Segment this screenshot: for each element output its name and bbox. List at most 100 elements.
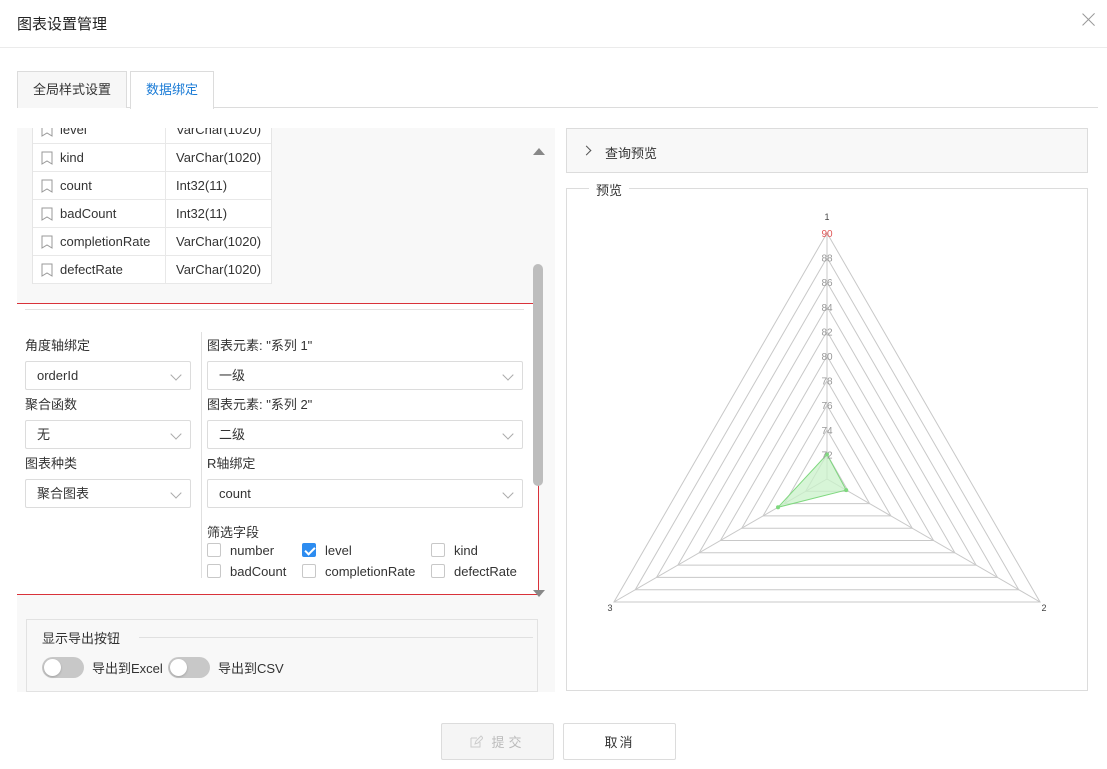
agg-func-value: 无 (37, 427, 51, 442)
r-axis-value: count (219, 486, 251, 501)
filter-label: 筛选字段 (207, 525, 260, 540)
dialog-header: 图表设置管理 (0, 0, 1107, 48)
table-row[interactable]: level VarChar(1020) (33, 128, 271, 144)
chart-kind-value: 聚合图表 (37, 486, 90, 501)
export-title: 显示导出按钮 (42, 631, 121, 646)
divider (139, 637, 533, 638)
vertical-scrollbar[interactable] (531, 138, 547, 608)
checkbox[interactable] (302, 564, 316, 578)
export-excel-label: 导出到Excel (92, 661, 163, 676)
scroll-thumb[interactable] (533, 264, 543, 486)
radar-tick-label: 86 (821, 278, 833, 289)
field-type: VarChar(1020) (176, 262, 262, 277)
filter-checkbox-level[interactable]: level (302, 541, 352, 559)
radar-tick-label: 74 (821, 426, 833, 437)
chevron-down-icon (502, 428, 514, 440)
chart-kind-label: 图表种类 (25, 456, 78, 471)
filter-checkbox-badcount[interactable]: badCount (207, 562, 286, 580)
field-table: level VarChar(1020) kind VarChar(1020) c… (32, 128, 272, 284)
series2-label: 图表元素: "系列 2" (207, 397, 313, 412)
series2-value: 二级 (219, 427, 246, 442)
checkbox[interactable] (207, 543, 221, 557)
chevron-down-icon (502, 487, 514, 499)
field-name: badCount (60, 206, 117, 221)
binding-scroll-panel: level VarChar(1020) kind VarChar(1020) c… (17, 128, 555, 692)
submit-button[interactable]: 提交 (441, 723, 554, 760)
angle-axis-select[interactable]: orderId (25, 361, 191, 390)
filter-checkbox-completionrate[interactable]: completionRate (302, 562, 415, 580)
export-settings: 显示导出按钮 导出到Excel 导出到CSV (26, 619, 538, 692)
field-type: Int32(11) (176, 178, 228, 193)
radar-tick-label: 78 (821, 377, 833, 388)
cancel-button[interactable]: 取消 (563, 723, 676, 760)
radar-tick-label: 84 (821, 303, 833, 314)
cancel-label: 取消 (604, 735, 635, 750)
divider (25, 309, 524, 310)
agg-func-select[interactable]: 无 (25, 420, 191, 449)
table-row[interactable]: count Int32(11) (33, 171, 271, 200)
agg-func-label: 聚合函数 (25, 397, 78, 412)
export-csv-toggle[interactable] (168, 657, 210, 678)
checkbox[interactable] (431, 543, 445, 557)
column-separator (201, 332, 202, 578)
radar-tick-label: 88 (821, 254, 833, 265)
tab-global-style[interactable]: 全局样式设置 (17, 71, 127, 108)
chevron-down-icon (502, 369, 514, 381)
preview-panel: 预览 90 88 86 84 82 80 78 76 74 72 1 2 3 (566, 180, 1088, 691)
scroll-down-icon[interactable] (533, 590, 545, 597)
tab-data-binding[interactable]: 数据绑定 (130, 71, 214, 109)
query-preview-label: 查询预览 (605, 146, 658, 161)
radar-series-point (844, 488, 849, 493)
series1-select[interactable]: 一级 (207, 361, 523, 390)
r-axis-select[interactable]: count (207, 479, 523, 508)
table-row[interactable]: badCount Int32(11) (33, 199, 271, 228)
dialog-title: 图表设置管理 (17, 16, 108, 33)
submit-label: 提交 (491, 735, 526, 750)
field-name: completionRate (60, 234, 151, 249)
bookmark-icon (41, 207, 53, 221)
field-type: Int32(11) (176, 206, 228, 221)
filter-checkbox-number[interactable]: number (207, 541, 274, 559)
table-row[interactable]: completionRate VarChar(1020) (33, 227, 271, 256)
field-name: count (60, 178, 92, 193)
export-excel-toggle[interactable] (42, 657, 84, 678)
close-icon[interactable] (1079, 10, 1099, 30)
series2-select[interactable]: 二级 (207, 420, 523, 449)
scroll-up-icon[interactable] (533, 148, 545, 155)
radar-tick-label: 72 (821, 450, 833, 461)
chevron-down-icon (170, 369, 182, 381)
filter-checkbox-kind[interactable]: kind (431, 541, 478, 559)
radar-series-area (776, 453, 847, 509)
radar-chart: 90 88 86 84 82 80 78 76 74 72 1 2 3 (607, 212, 1047, 613)
checkbox-checked[interactable] (302, 543, 316, 557)
edit-icon (470, 734, 484, 747)
binding-panel: 角度轴绑定 orderId 聚合函数 无 图表种类 聚合图表 图表元素: "系列… (17, 303, 539, 595)
bookmark-icon (41, 151, 53, 165)
bookmark-icon (41, 179, 53, 193)
field-name: kind (60, 150, 84, 165)
chevron-down-icon (170, 428, 182, 440)
r-axis-label: R轴绑定 (207, 456, 256, 471)
radar-tick-label: 90 (821, 229, 833, 240)
filter-checkbox-defectrate[interactable]: defectRate (431, 562, 517, 580)
radar-indicator-label: 2 (1042, 603, 1047, 613)
radar-tick-label: 76 (821, 401, 833, 412)
field-name: level (60, 128, 87, 137)
angle-axis-value: orderId (37, 368, 79, 383)
bookmark-icon (41, 128, 53, 137)
checkbox[interactable] (431, 564, 445, 578)
checkbox[interactable] (207, 564, 221, 578)
field-type: VarChar(1020) (176, 150, 262, 165)
chevron-right-icon (581, 145, 592, 156)
table-row[interactable]: defectRate VarChar(1020) (33, 255, 271, 284)
field-name: defectRate (60, 262, 123, 277)
table-row[interactable]: kind VarChar(1020) (33, 143, 271, 172)
series1-label: 图表元素: "系列 1" (207, 338, 313, 353)
radar-indicator-label: 1 (824, 212, 829, 222)
tab-bar: 全局样式设置 数据绑定 (17, 71, 1098, 109)
chart-kind-select[interactable]: 聚合图表 (25, 479, 191, 508)
query-preview-collapse[interactable]: 查询预览 (566, 128, 1088, 173)
series1-value: 一级 (219, 368, 246, 383)
field-type: VarChar(1020) (176, 128, 262, 137)
radar-tick-label: 80 (821, 352, 833, 363)
